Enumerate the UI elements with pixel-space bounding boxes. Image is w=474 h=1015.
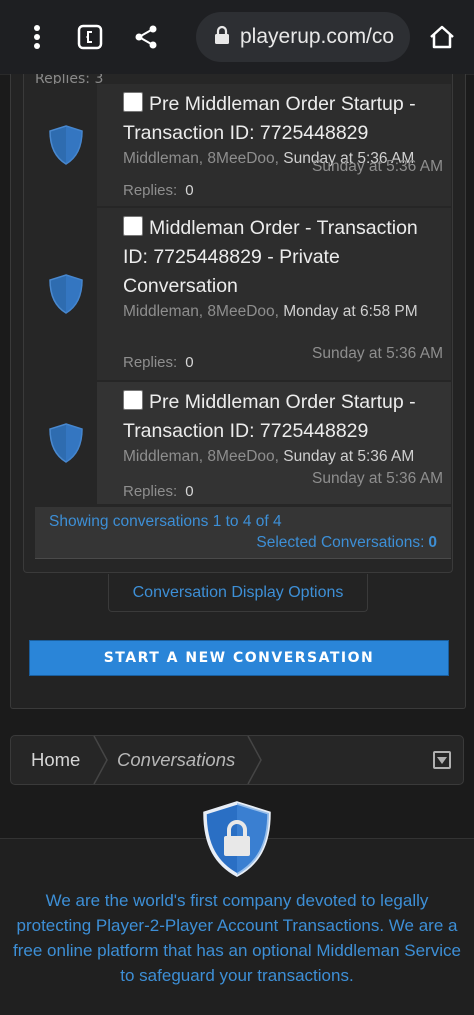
conversation-content: Pre Middleman Order Startup - Transactio… — [123, 388, 445, 468]
avatar[interactable] — [35, 208, 97, 380]
browser-toolbar: playerup.com/co — [0, 0, 474, 75]
avatar[interactable] — [35, 84, 97, 206]
conversation-row[interactable]: Pre Middleman Order Startup - Transactio… — [35, 382, 451, 504]
shield-avatar-icon — [49, 423, 83, 463]
replies-count: Replies: 0 — [123, 354, 194, 371]
url-text: playerup.com/co — [240, 25, 395, 48]
partial-row-replies: Replies: 3 — [35, 74, 104, 84]
select-checkbox[interactable] — [123, 390, 143, 410]
conversation-participants[interactable]: Middleman, 8MeeDoo, — [123, 448, 279, 465]
conversation-title[interactable]: Pre Middleman Order Startup - Transactio… — [123, 93, 416, 144]
last-message-date: Sunday at 5:36 AM — [312, 470, 443, 487]
home-icon[interactable] — [424, 0, 460, 74]
conversation-row[interactable]: Middleman Order - Transaction ID: 772544… — [35, 208, 451, 380]
address-bar[interactable]: playerup.com/co — [196, 12, 410, 62]
conversation-content: Middleman Order - Transaction ID: 772544… — [123, 214, 445, 323]
conversation-row[interactable]: Pre Middleman Order Startup - Transactio… — [35, 84, 451, 206]
avatar[interactable] — [35, 382, 97, 504]
shield-avatar-icon — [49, 125, 83, 165]
shield-lock-logo-icon — [201, 800, 273, 882]
share-icon[interactable] — [129, 0, 163, 74]
conversation-title[interactable]: Pre Middleman Order Startup - Transactio… — [123, 391, 416, 442]
replies-count: Replies: 0 — [123, 483, 194, 500]
more-vert-icon[interactable] — [20, 0, 54, 74]
breadcrumb-current[interactable]: Conversations — [117, 736, 235, 784]
conversation-participants[interactable]: Middleman, 8MeeDoo, — [123, 150, 279, 167]
conversations-panel: Replies: 3 Pre Middleman Order Startup -… — [10, 74, 466, 709]
conversation-start-date: Sunday at 5:36 AM — [283, 448, 415, 465]
start-new-conversation-button[interactable]: START A NEW CONVERSATION — [29, 640, 449, 676]
breadcrumb: Home Conversations — [10, 735, 464, 785]
conversation-start-date: Monday at 6:58 PM — [283, 303, 418, 320]
select-checkbox[interactable] — [123, 92, 143, 112]
breadcrumb-separator-icon — [93, 736, 108, 784]
breadcrumb-home[interactable]: Home — [31, 736, 80, 784]
last-message-date: Sunday at 5:36 AM — [312, 345, 443, 362]
display-options-link[interactable]: Conversation Display Options — [108, 574, 368, 612]
conversation-participants[interactable]: Middleman, 8MeeDoo, — [123, 303, 279, 320]
footer-description: We are the world's first company devoted… — [13, 891, 461, 985]
lock-icon — [214, 25, 230, 49]
tab-switcher-icon[interactable] — [73, 0, 107, 74]
conversation-title[interactable]: Middleman Order - Transaction ID: 772544… — [123, 217, 418, 297]
showing-count: Showing conversations 1 to 4 of 4 — [49, 513, 282, 530]
shield-avatar-icon — [49, 274, 83, 314]
selected-count: 0 — [428, 534, 437, 551]
breadcrumb-dropdown-icon[interactable] — [433, 751, 451, 769]
select-checkbox[interactable] — [123, 216, 143, 236]
selected-conversations[interactable]: Selected Conversations: 0 — [256, 534, 437, 552]
last-message-date: Sunday at 5:36 AM — [312, 158, 443, 175]
list-footer: Showing conversations 1 to 4 of 4 Select… — [35, 507, 451, 559]
replies-count: Replies: 0 — [123, 182, 194, 199]
breadcrumb-separator-icon — [247, 736, 262, 784]
